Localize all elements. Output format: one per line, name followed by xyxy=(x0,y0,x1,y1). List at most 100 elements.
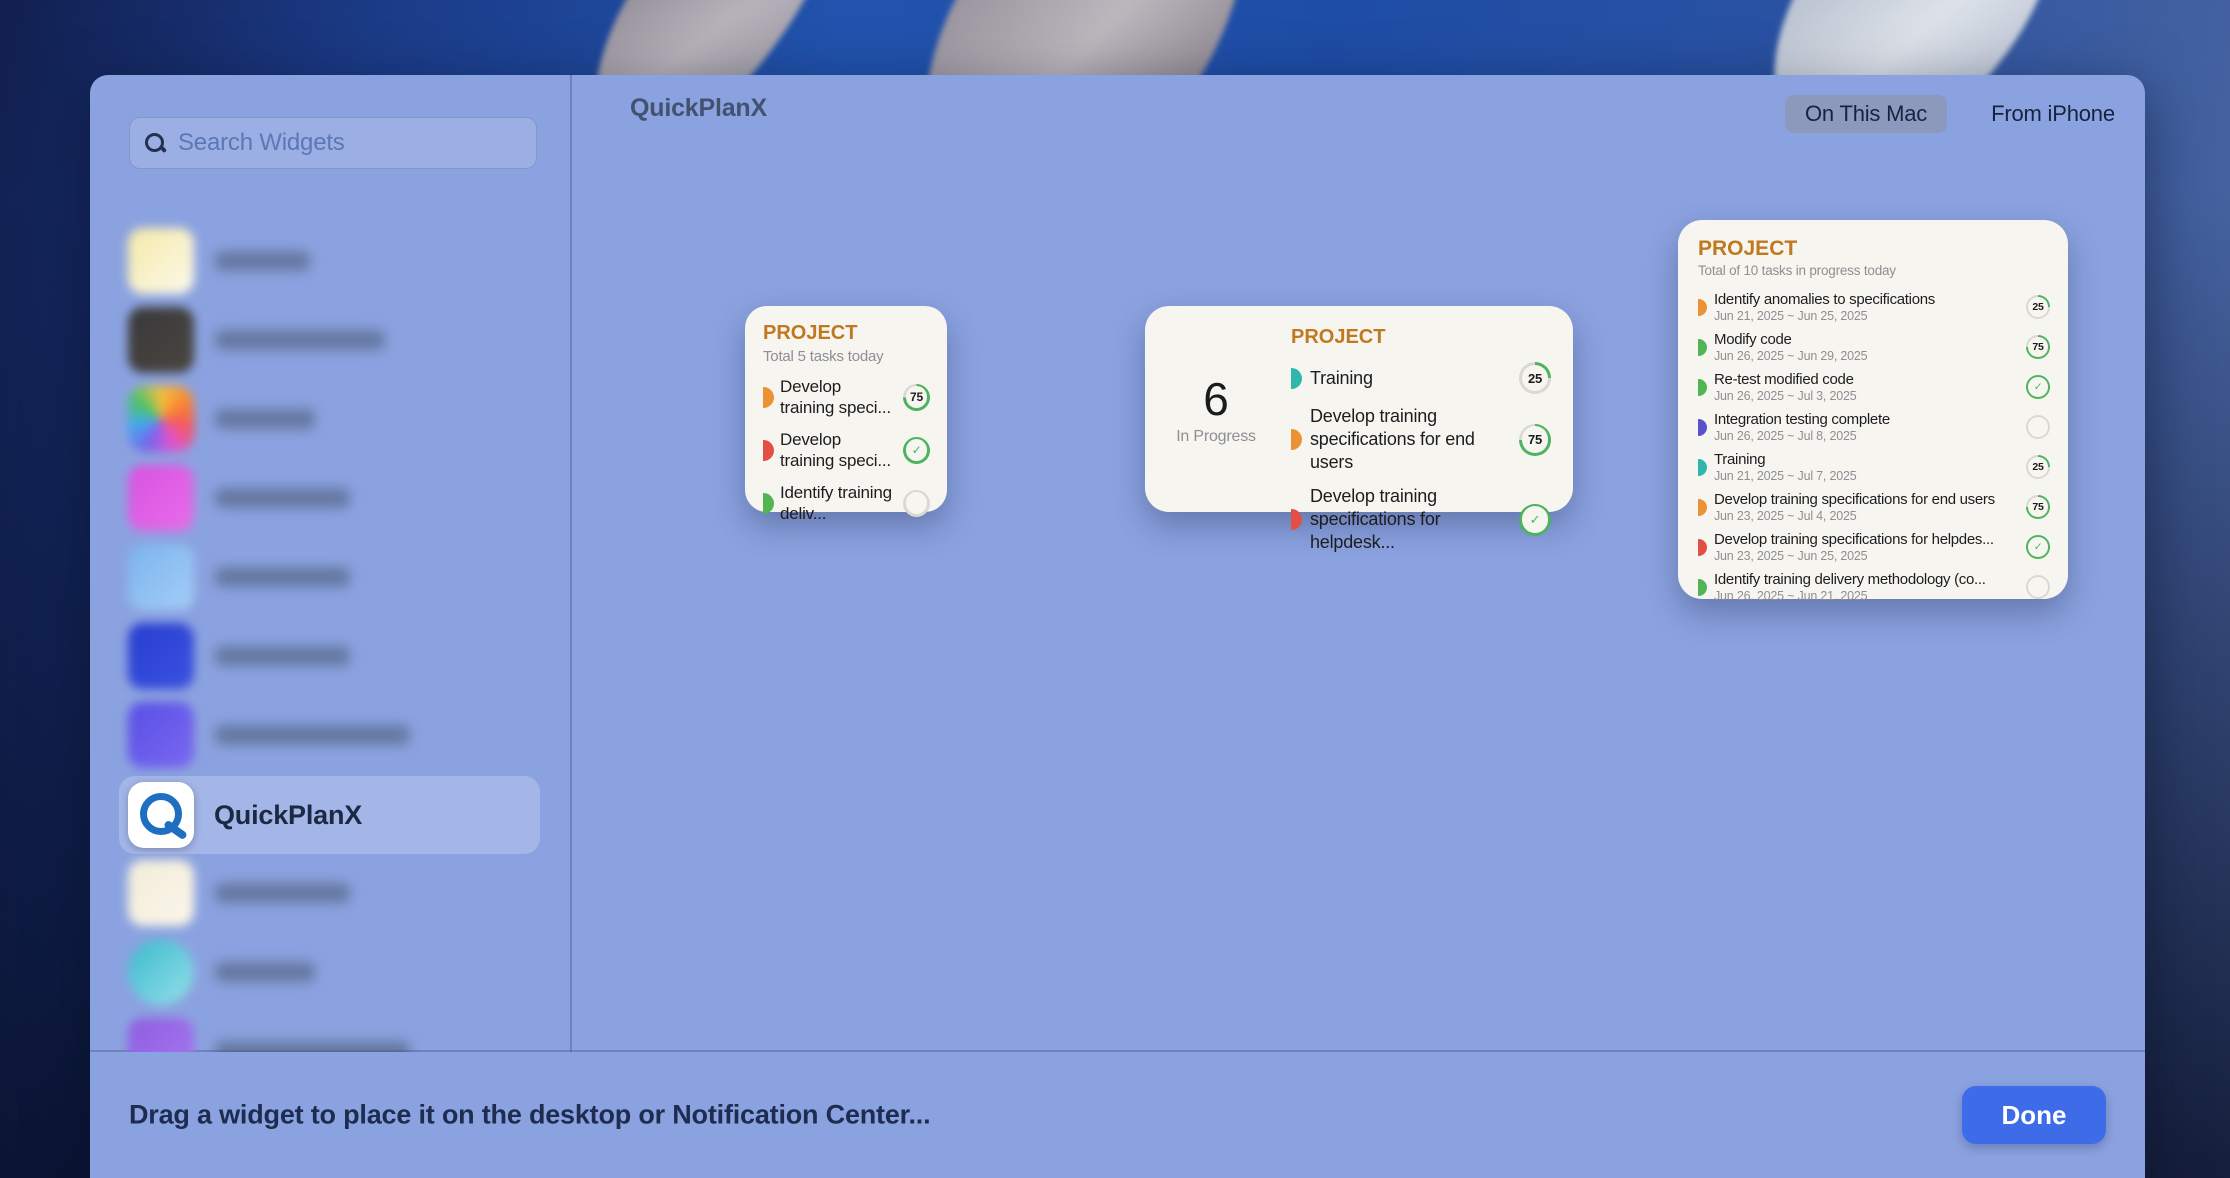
widget-large[interactable]: PROJECT Total of 10 tasks in progress to… xyxy=(1678,220,2068,599)
task-dates: Jun 26, 2025 ~ Jul 3, 2025 xyxy=(1714,389,2026,403)
sidebar-item-redacted[interactable] xyxy=(128,939,315,1005)
task-title: Re-test modified code xyxy=(1714,371,2026,388)
task-marker xyxy=(763,493,774,514)
app-label-redacted xyxy=(215,330,385,350)
app-label-redacted xyxy=(215,567,350,587)
done-button[interactable]: Done xyxy=(1962,1086,2106,1144)
task-dates: Jun 23, 2025 ~ Jul 4, 2025 xyxy=(1714,509,2026,523)
widget-medium[interactable]: 6 In Progress PROJECT Training25Develop … xyxy=(1145,306,1573,512)
widget-title: PROJECT xyxy=(1698,237,2052,261)
task-marker xyxy=(1698,539,1707,556)
task-marker xyxy=(1698,579,1707,596)
task-dates: Jun 26, 2025 ~ Jul 8, 2025 xyxy=(1714,429,2026,443)
app-label-redacted xyxy=(215,1041,410,1052)
task-progress-badge: ✓ xyxy=(2026,375,2050,399)
app-icon-redacted xyxy=(128,702,194,768)
sidebar-item-redacted[interactable] xyxy=(128,702,410,768)
sidebar-divider xyxy=(570,75,572,1052)
sidebar-item-redacted[interactable] xyxy=(128,860,350,926)
task-row: Develop training specifications for end … xyxy=(1291,405,1555,474)
sidebar-item-redacted[interactable] xyxy=(128,544,350,610)
in-progress-count: 6 xyxy=(1203,372,1228,426)
app-label-redacted xyxy=(215,488,350,508)
sidebar-item-redacted[interactable] xyxy=(128,1018,410,1052)
search-field[interactable] xyxy=(129,117,537,169)
tab-on-this-mac[interactable]: On This Mac xyxy=(1785,95,1947,133)
task-row: TrainingJun 21, 2025 ~ Jul 7, 202525 xyxy=(1698,447,2052,487)
tab-from-iphone[interactable]: From iPhone xyxy=(1971,95,2135,133)
app-icon-redacted xyxy=(128,623,194,689)
task-marker xyxy=(1698,419,1707,436)
app-label-redacted xyxy=(215,883,350,903)
footer-bar: Drag a widget to place it on the desktop… xyxy=(90,1052,2145,1178)
task-marker xyxy=(1698,379,1707,396)
task-title: Modify code xyxy=(1714,331,2026,348)
task-title: Training xyxy=(1310,367,1519,390)
app-icon-redacted xyxy=(128,939,194,1005)
widget-gallery-panel: QuickPlanX On This MacFrom iPhone QuickP… xyxy=(90,75,2145,1178)
task-progress-badge: 75 xyxy=(2026,495,2050,519)
app-label-redacted xyxy=(215,725,410,745)
widget-subtitle: Total of 10 tasks in progress today xyxy=(1698,263,2052,278)
task-row: Develop training speci...75 xyxy=(763,375,933,419)
task-title: Identify anomalies to specifications xyxy=(1714,291,2026,308)
task-dates: Jun 26, 2025 ~ Jun 21, 2025 xyxy=(1714,589,2026,603)
task-row: Training25 xyxy=(1291,362,1555,394)
in-progress-label: In Progress xyxy=(1176,428,1256,446)
task-row: Identify anomalies to specificationsJun … xyxy=(1698,287,2052,327)
sidebar-item-redacted[interactable] xyxy=(128,386,315,452)
task-row: Modify codeJun 26, 2025 ~ Jun 29, 202575 xyxy=(1698,327,2052,367)
task-progress-badge: 75 xyxy=(1519,424,1551,456)
task-dates: Jun 26, 2025 ~ Jun 29, 2025 xyxy=(1714,349,2026,363)
sidebar-item-redacted[interactable] xyxy=(128,307,385,373)
app-label-redacted xyxy=(215,646,350,666)
task-marker xyxy=(1291,429,1302,450)
task-row: Develop training specifications for help… xyxy=(1698,527,2052,567)
widget-title: PROJECT xyxy=(763,322,933,345)
app-icon-redacted xyxy=(128,1018,194,1052)
widget-small[interactable]: PROJECT Total 5 tasks today Develop trai… xyxy=(745,306,947,512)
app-label-redacted xyxy=(215,251,310,271)
task-marker xyxy=(1291,509,1302,530)
task-progress-badge xyxy=(2026,575,2050,599)
task-dates: Jun 21, 2025 ~ Jun 25, 2025 xyxy=(1714,309,2026,323)
task-marker xyxy=(763,440,774,461)
app-icon-redacted xyxy=(128,465,194,531)
task-row: Identify training deliv... xyxy=(763,481,933,525)
task-progress-badge: 25 xyxy=(2026,455,2050,479)
source-toggle: On This Mac From iPhone xyxy=(1785,95,2135,133)
task-marker xyxy=(763,387,774,408)
task-title: Develop training specifications for end … xyxy=(1310,405,1519,474)
task-dates: Jun 21, 2025 ~ Jul 7, 2025 xyxy=(1714,469,2026,483)
task-progress-badge: ✓ xyxy=(1519,504,1551,536)
task-row: Develop training specifications for help… xyxy=(1291,485,1555,554)
search-input[interactable] xyxy=(176,128,522,158)
app-icon-redacted xyxy=(128,386,194,452)
task-list: Identify anomalies to specificationsJun … xyxy=(1698,287,2052,607)
sidebar-item-redacted[interactable] xyxy=(128,623,350,689)
task-list: Develop training speci...75Develop train… xyxy=(763,375,933,525)
task-row: Develop training specifications for end … xyxy=(1698,487,2052,527)
in-progress-summary: 6 In Progress xyxy=(1145,306,1287,512)
app-icon-redacted xyxy=(128,544,194,610)
task-title: Develop training speci... xyxy=(780,376,894,418)
task-title: Develop training specifications for help… xyxy=(1714,531,2026,548)
sidebar-item-quickplanx[interactable]: QuickPlanX xyxy=(119,776,540,854)
task-progress-badge: 75 xyxy=(2026,335,2050,359)
task-progress-badge: ✓ xyxy=(2026,535,2050,559)
task-title: Develop training speci... xyxy=(780,429,894,471)
task-title: Integration testing complete xyxy=(1714,411,2026,428)
task-progress-badge: 25 xyxy=(2026,295,2050,319)
task-progress-badge xyxy=(2026,415,2050,439)
app-icon-redacted xyxy=(128,307,194,373)
task-marker xyxy=(1698,459,1707,476)
task-progress-badge: ✓ xyxy=(903,437,930,464)
task-row: Integration testing completeJun 26, 2025… xyxy=(1698,407,2052,447)
task-title: Identify training delivery methodology (… xyxy=(1714,571,2026,588)
app-label-redacted xyxy=(215,962,315,982)
sidebar-item-redacted[interactable] xyxy=(128,228,310,294)
quickplanx-app-icon xyxy=(128,782,194,848)
task-marker xyxy=(1698,499,1707,516)
sidebar-item-redacted[interactable] xyxy=(128,465,350,531)
search-icon xyxy=(144,132,166,154)
